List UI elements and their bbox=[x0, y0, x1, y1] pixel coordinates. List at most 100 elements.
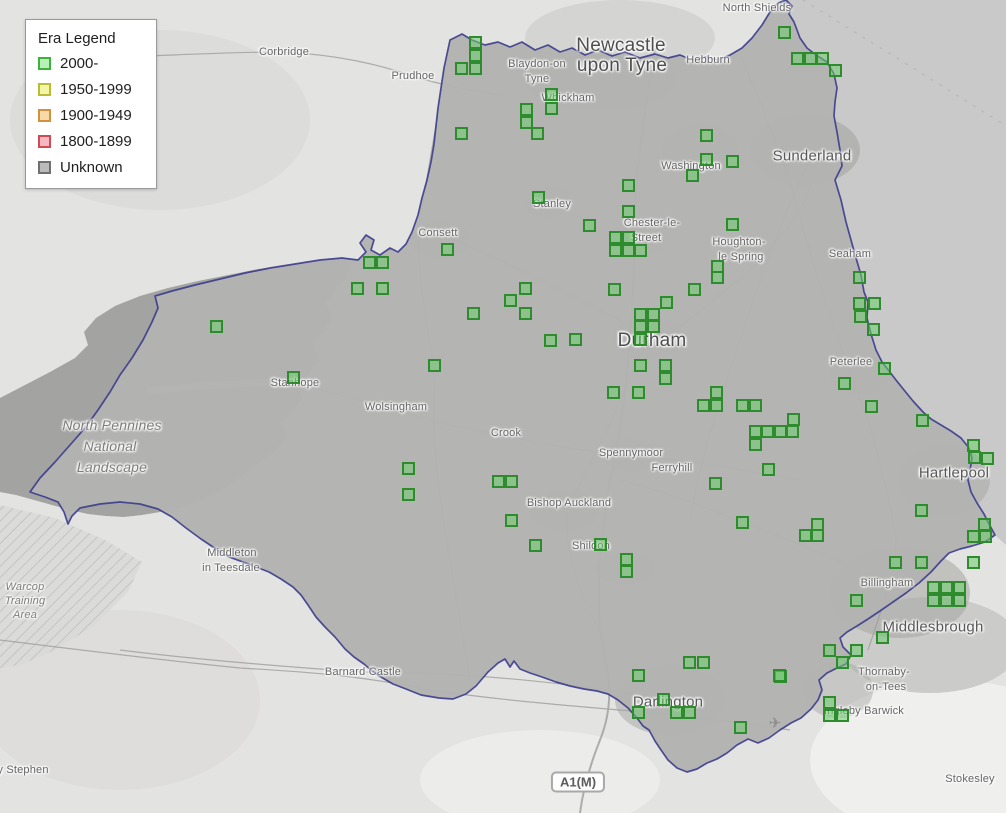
era-marker[interactable] bbox=[772, 668, 786, 682]
era-marker[interactable] bbox=[687, 282, 701, 296]
era-marker[interactable] bbox=[926, 593, 940, 607]
era-marker[interactable] bbox=[518, 281, 532, 295]
era-marker[interactable] bbox=[822, 708, 836, 722]
era-marker[interactable] bbox=[682, 655, 696, 669]
era-marker[interactable] bbox=[656, 692, 670, 706]
era-marker[interactable] bbox=[682, 705, 696, 719]
era-marker[interactable] bbox=[468, 35, 482, 49]
era-marker[interactable] bbox=[619, 564, 633, 578]
era-marker[interactable] bbox=[659, 295, 673, 309]
era-marker[interactable] bbox=[582, 218, 596, 232]
era-marker[interactable] bbox=[835, 655, 849, 669]
era-marker[interactable] bbox=[504, 474, 518, 488]
era-marker[interactable] bbox=[980, 451, 994, 465]
era-marker[interactable] bbox=[375, 255, 389, 269]
era-marker[interactable] bbox=[658, 371, 672, 385]
era-marker[interactable] bbox=[454, 61, 468, 75]
era-marker[interactable] bbox=[543, 333, 557, 347]
era-marker[interactable] bbox=[867, 296, 881, 310]
era-marker[interactable] bbox=[748, 437, 762, 451]
era-marker[interactable] bbox=[631, 705, 645, 719]
era-marker[interactable] bbox=[633, 358, 647, 372]
era-marker[interactable] bbox=[914, 555, 928, 569]
era-marker[interactable] bbox=[633, 243, 647, 257]
era-marker[interactable] bbox=[401, 461, 415, 475]
era-marker[interactable] bbox=[835, 708, 849, 722]
era-marker[interactable] bbox=[915, 413, 929, 427]
era-marker[interactable] bbox=[828, 63, 842, 77]
era-marker[interactable] bbox=[733, 720, 747, 734]
era-marker[interactable] bbox=[725, 217, 739, 231]
era-marker[interactable] bbox=[608, 230, 622, 244]
era-marker[interactable] bbox=[785, 424, 799, 438]
era-marker[interactable] bbox=[837, 376, 851, 390]
era-marker[interactable] bbox=[286, 370, 300, 384]
era-marker[interactable] bbox=[621, 178, 635, 192]
era-marker[interactable] bbox=[866, 322, 880, 336]
era-marker[interactable] bbox=[468, 48, 482, 62]
era-marker[interactable] bbox=[699, 152, 713, 166]
era-marker[interactable] bbox=[864, 399, 878, 413]
era-marker[interactable] bbox=[852, 270, 866, 284]
era-marker[interactable] bbox=[696, 398, 710, 412]
era-marker[interactable] bbox=[631, 385, 645, 399]
era-marker[interactable] bbox=[952, 593, 966, 607]
era-marker[interactable] bbox=[875, 630, 889, 644]
era-marker[interactable] bbox=[699, 128, 713, 142]
era-marker[interactable] bbox=[530, 126, 544, 140]
era-marker[interactable] bbox=[544, 87, 558, 101]
era-marker[interactable] bbox=[607, 282, 621, 296]
era-marker[interactable] bbox=[853, 309, 867, 323]
era-marker[interactable] bbox=[967, 450, 981, 464]
era-marker[interactable] bbox=[761, 462, 775, 476]
map-canvas[interactable]: Newcastle upon Tyne Durham Sunderland Middle… bbox=[0, 0, 1006, 813]
era-marker[interactable] bbox=[646, 319, 660, 333]
era-marker[interactable] bbox=[810, 528, 824, 542]
era-marker[interactable] bbox=[952, 580, 966, 594]
era-marker[interactable] bbox=[939, 593, 953, 607]
era-marker[interactable] bbox=[877, 361, 891, 375]
era-marker[interactable] bbox=[914, 503, 928, 517]
era-marker[interactable] bbox=[606, 385, 620, 399]
era-marker[interactable] bbox=[725, 154, 739, 168]
era-marker[interactable] bbox=[503, 293, 517, 307]
era-marker[interactable] bbox=[519, 102, 533, 116]
era-marker[interactable] bbox=[748, 398, 762, 412]
era-marker[interactable] bbox=[454, 126, 468, 140]
era-marker[interactable] bbox=[815, 51, 829, 65]
era-marker[interactable] bbox=[375, 281, 389, 295]
era-marker[interactable] bbox=[544, 101, 558, 115]
era-marker[interactable] bbox=[685, 168, 699, 182]
era-marker[interactable] bbox=[209, 319, 223, 333]
era-marker[interactable] bbox=[822, 695, 836, 709]
era-marker[interactable] bbox=[633, 319, 647, 333]
era-marker[interactable] bbox=[709, 398, 723, 412]
era-marker[interactable] bbox=[350, 281, 364, 295]
era-marker[interactable] bbox=[466, 306, 480, 320]
era-marker[interactable] bbox=[633, 332, 647, 346]
era-marker[interactable] bbox=[621, 230, 635, 244]
era-marker[interactable] bbox=[631, 668, 645, 682]
era-marker[interactable] bbox=[440, 242, 454, 256]
era-marker[interactable] bbox=[708, 476, 722, 490]
era-marker[interactable] bbox=[518, 306, 532, 320]
era-marker[interactable] bbox=[621, 204, 635, 218]
era-marker[interactable] bbox=[531, 190, 545, 204]
era-marker[interactable] bbox=[528, 538, 542, 552]
era-marker[interactable] bbox=[568, 332, 582, 346]
era-marker[interactable] bbox=[669, 705, 683, 719]
era-marker[interactable] bbox=[852, 296, 866, 310]
era-marker[interactable] bbox=[401, 487, 415, 501]
era-marker[interactable] bbox=[608, 243, 622, 257]
era-marker[interactable] bbox=[735, 398, 749, 412]
era-marker[interactable] bbox=[735, 515, 749, 529]
era-marker[interactable] bbox=[593, 537, 607, 551]
era-marker[interactable] bbox=[966, 555, 980, 569]
era-marker[interactable] bbox=[926, 580, 940, 594]
era-marker[interactable] bbox=[468, 61, 482, 75]
era-marker[interactable] bbox=[491, 474, 505, 488]
era-marker[interactable] bbox=[504, 513, 518, 527]
era-marker[interactable] bbox=[362, 255, 376, 269]
era-marker[interactable] bbox=[710, 270, 724, 284]
era-marker[interactable] bbox=[849, 643, 863, 657]
